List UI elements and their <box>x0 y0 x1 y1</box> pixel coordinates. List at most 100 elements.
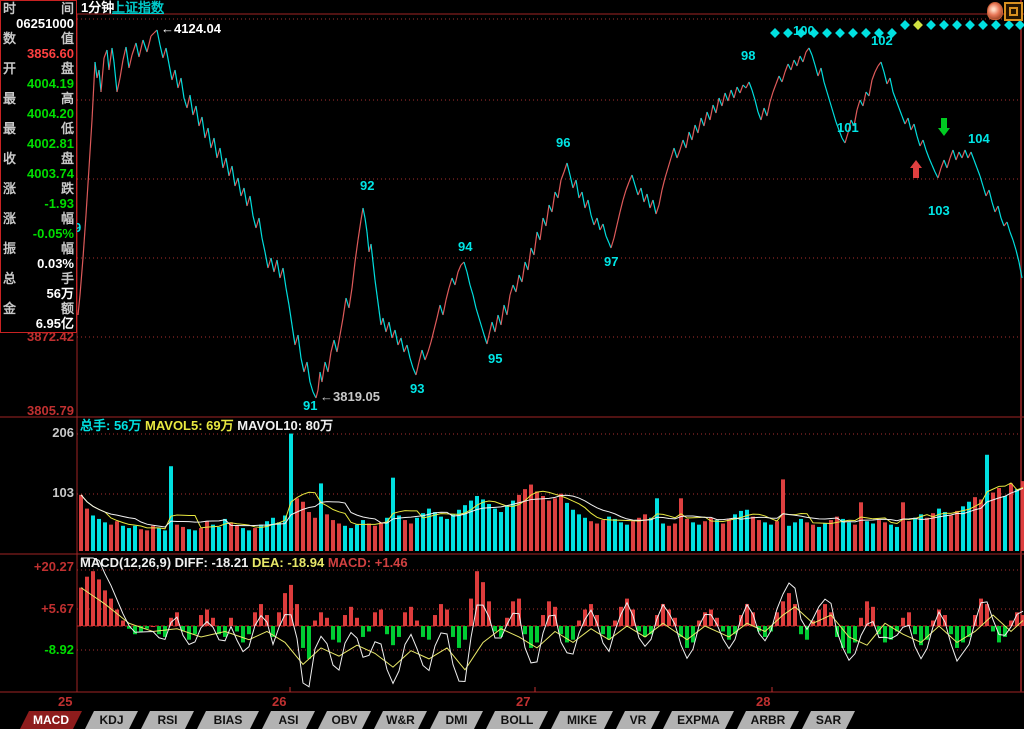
price-line-segment <box>543 218 546 226</box>
maximize-icon[interactable] <box>1004 2 1023 21</box>
price-line-segment <box>522 262 525 282</box>
price-line-segment <box>833 112 836 122</box>
price-line-segment <box>710 105 713 120</box>
tab-arbr[interactable]: ARBR <box>737 711 799 729</box>
volume-bar <box>871 524 875 551</box>
price-line-segment <box>143 40 147 52</box>
tab-kdj[interactable]: KDJ <box>85 711 138 729</box>
volume-bar <box>355 525 359 551</box>
price-line-segment <box>95 62 97 78</box>
volume-bar <box>271 518 275 551</box>
info-value: 0.03% <box>37 256 74 271</box>
volume-bar <box>295 498 299 551</box>
info-value: 06251000 <box>16 16 74 31</box>
tab-bias[interactable]: BIAS <box>197 711 259 729</box>
price-line-segment <box>641 188 644 202</box>
price-line-segment <box>561 172 564 180</box>
volume-bar <box>1003 496 1007 551</box>
price-line-segment <box>863 92 866 106</box>
price-line-segment <box>644 194 647 202</box>
shell-icon[interactable] <box>987 2 1003 20</box>
price-line-segment <box>842 138 845 143</box>
tab-sar[interactable]: SAR <box>802 711 855 729</box>
symbol-name[interactable]: 上证指数 <box>112 1 164 15</box>
macd-histogram-bar <box>343 615 347 626</box>
price-line-segment <box>1007 222 1010 232</box>
price-line-segment <box>659 190 662 205</box>
price-line-segment <box>519 275 522 282</box>
volume-bar <box>991 493 995 551</box>
tab-asi[interactable]: ASI <box>262 711 315 729</box>
volume-bar <box>583 518 587 551</box>
price-line-segment <box>404 345 407 352</box>
tab-mike[interactable]: MIKE <box>551 711 613 729</box>
info-label: 手 <box>61 271 74 286</box>
price-line-segment <box>190 95 193 115</box>
price-line-segment <box>737 87 740 93</box>
period-label[interactable]: 1分钟 <box>81 1 114 15</box>
macd-histogram-bar <box>991 626 995 631</box>
volume-bar <box>247 530 251 551</box>
tab-rsi[interactable]: RSI <box>141 711 194 729</box>
volume-bar <box>925 518 929 551</box>
sell-arrow-icon[interactable] <box>938 118 950 136</box>
price-line-segment <box>371 244 373 262</box>
macd-histogram-bar <box>409 607 413 626</box>
diamond-marker <box>978 20 988 30</box>
macd-histogram-bar <box>523 626 527 634</box>
price-line-segment <box>752 90 755 100</box>
price-line-segment <box>346 298 349 308</box>
price-line-segment <box>501 305 504 325</box>
tab-wr[interactable]: W&R <box>374 711 427 729</box>
price-line-segment <box>437 305 440 318</box>
price-line-segment <box>280 268 283 278</box>
price-line-segment <box>570 175 573 188</box>
price-line-segment <box>794 60 797 66</box>
volume-bar <box>241 528 245 551</box>
buy-arrow-icon[interactable] <box>910 160 922 178</box>
price-line-segment <box>217 148 220 158</box>
volume-bar <box>955 511 959 551</box>
price-line-segment <box>452 278 455 285</box>
price-line-segment <box>470 285 473 295</box>
volume-bar <box>373 526 377 551</box>
price-line-segment <box>80 258 83 295</box>
price-line-segment <box>196 106 199 126</box>
price-line-segment <box>428 342 431 352</box>
volume-bar <box>721 524 725 551</box>
price-line-segment <box>950 150 953 158</box>
price-line-segment <box>101 58 104 92</box>
price-line-segment <box>929 158 932 165</box>
tab-obv[interactable]: OBV <box>318 711 371 729</box>
tab-macd[interactable]: MACD <box>20 711 82 729</box>
price-line-segment <box>355 240 358 262</box>
price-line-segment <box>746 82 749 88</box>
info-label-row: 开盘 <box>1 61 76 76</box>
volume-bar <box>865 521 869 551</box>
price-line-segment <box>965 150 968 158</box>
price-line-segment <box>259 218 262 238</box>
price-line-segment <box>407 345 410 358</box>
volume-bar <box>493 509 497 551</box>
price-line-segment <box>1013 240 1016 250</box>
price-line-segment <box>992 202 995 212</box>
volume-bar <box>541 496 545 551</box>
macd-histogram-bar <box>637 626 641 631</box>
tab-expma[interactable]: EXPMA <box>663 711 734 729</box>
price-line-segment <box>932 165 935 172</box>
tab-vr[interactable]: VR <box>616 711 660 729</box>
price-line-segment <box>749 82 752 90</box>
macd-histogram-bar <box>859 618 863 626</box>
tab-boll[interactable]: BOLL <box>486 711 548 729</box>
price-line-segment <box>83 215 86 258</box>
volume-bar <box>481 499 485 551</box>
macd-histogram-bar <box>391 626 395 645</box>
volume-bar <box>841 519 845 551</box>
volume-bar <box>877 520 881 551</box>
price-line-segment <box>564 163 567 172</box>
volume-bar <box>589 521 593 551</box>
volume-bar <box>787 526 791 551</box>
macd-histogram-bar <box>193 626 197 634</box>
tab-dmi[interactable]: DMI <box>430 711 483 729</box>
price-line-segment <box>386 322 389 332</box>
